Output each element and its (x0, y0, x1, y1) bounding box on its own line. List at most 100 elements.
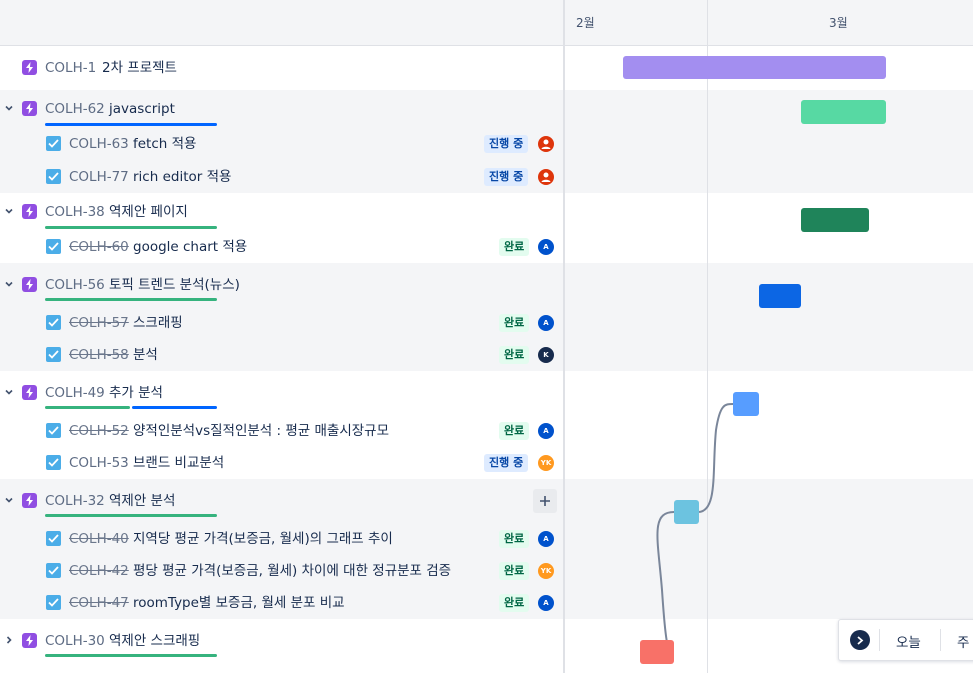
timeline-bar-colh-38[interactable] (801, 208, 869, 232)
task-row[interactable]: COLH-40 지역당 평균 가격(보증금, 월세)의 그래프 추이 완료 A (0, 523, 973, 555)
issue-key[interactable]: COLH-77 (69, 168, 129, 186)
issue-key[interactable]: COLH-32 (45, 492, 105, 510)
issue-summary[interactable]: 역제안 분석 (109, 492, 175, 510)
issue-key[interactable]: COLH-1 (45, 59, 96, 77)
epic-icon (22, 204, 37, 219)
panel-divider[interactable] (563, 0, 565, 673)
avatar[interactable]: YK (538, 563, 554, 579)
issue-summary[interactable]: javascript (109, 100, 175, 118)
issue-summary[interactable]: 브랜드 비교분석 (133, 454, 224, 472)
chevron-right-icon[interactable] (4, 635, 14, 645)
task-row[interactable]: COLH-47 roomType별 보증금, 월세 분포 비교 완료 A (0, 587, 973, 619)
status-badge[interactable]: 완료 (499, 422, 530, 440)
timeline-bar-colh-1[interactable] (623, 56, 886, 79)
task-row[interactable]: COLH-77 rich editor 적용 진행 중 (0, 160, 973, 193)
issue-key[interactable]: COLH-57 (69, 314, 129, 332)
issue-summary[interactable]: rich editor 적용 (133, 168, 231, 186)
status-badge[interactable]: 진행 중 (484, 167, 529, 186)
issue-key[interactable]: COLH-58 (69, 346, 129, 364)
issue-key[interactable]: COLH-56 (45, 276, 105, 294)
epic-icon (22, 632, 37, 648)
chevron-down-icon[interactable] (4, 495, 14, 505)
issue-key[interactable]: COLH-53 (69, 454, 129, 472)
issue-summary[interactable]: 평당 평균 가격(보증금, 월세) 차이에 대한 정규분포 검증 (133, 562, 451, 580)
issue-key[interactable]: COLH-63 (69, 135, 129, 153)
task-checkbox-icon (46, 136, 61, 151)
epic-icon (22, 101, 37, 116)
issue-summary[interactable]: 지역당 평균 가격(보증금, 월세)의 그래프 추이 (133, 530, 393, 548)
chevron-down-icon[interactable] (4, 279, 14, 289)
avatar[interactable]: A (538, 595, 554, 611)
epic-row[interactable]: COLH-32 역제안 분석 (0, 479, 973, 523)
task-row[interactable]: COLH-63 fetch 적용 진행 중 (0, 128, 973, 160)
add-child-issue-button[interactable] (533, 489, 557, 513)
task-row[interactable]: COLH-57 스크래핑 완료 A (0, 307, 973, 339)
status-badge[interactable]: 완료 (499, 238, 530, 256)
issue-summary[interactable]: roomType별 보증금, 월세 분포 비교 (133, 594, 345, 612)
today-button[interactable]: 오늘 (896, 631, 921, 651)
issue-key[interactable]: COLH-42 (69, 562, 129, 580)
issue-key[interactable]: COLH-40 (69, 530, 129, 548)
month-label-mar: 3월 (829, 16, 848, 30)
task-checkbox-icon (46, 563, 61, 578)
avatar[interactable]: A (538, 531, 554, 547)
epic-icon (22, 385, 37, 400)
weeks-button[interactable]: 주 (957, 631, 969, 651)
timeline-header: 2월 3월 (0, 0, 973, 46)
timeline-bar-colh-49[interactable] (733, 392, 759, 416)
epic-progress-bar (45, 123, 217, 126)
task-row[interactable]: COLH-42 평당 평균 가격(보증금, 월세) 차이에 대한 정규분포 검증… (0, 555, 973, 587)
epic-row[interactable]: COLH-56 토픽 트렌드 분석(뉴스) (0, 263, 973, 307)
task-checkbox-icon (46, 423, 61, 438)
avatar[interactable]: A (538, 315, 554, 331)
avatar[interactable]: A (538, 423, 554, 439)
status-badge[interactable]: 완료 (499, 594, 530, 612)
timeline-bar-colh-62[interactable] (801, 100, 886, 124)
issue-summary[interactable]: 스크래핑 (133, 314, 183, 332)
month-label-feb: 2월 (576, 16, 595, 30)
issue-summary[interactable]: fetch 적용 (133, 135, 196, 153)
status-badge[interactable]: 완료 (499, 314, 530, 332)
issue-key[interactable]: COLH-47 (69, 594, 129, 612)
issue-key[interactable]: COLH-38 (45, 203, 105, 221)
status-badge[interactable]: 완료 (499, 562, 530, 580)
issue-summary[interactable]: 역제안 스크래핑 (109, 632, 200, 650)
epic-row[interactable]: COLH-49 추가 분석 (0, 371, 973, 415)
issue-summary[interactable]: 2차 프로젝트 (102, 59, 177, 77)
issue-summary[interactable]: google chart 적용 (133, 238, 247, 256)
status-badge[interactable]: 진행 중 (484, 135, 529, 153)
timeline-bar-colh-32[interactable] (674, 500, 699, 524)
issue-summary[interactable]: 양적인분석vs질적인분석 : 평균 매출시장규모 (133, 422, 389, 440)
task-row[interactable]: COLH-58 분석 완료 K (0, 339, 973, 371)
chevron-right-icon[interactable] (850, 630, 870, 650)
issue-summary[interactable]: 분석 (133, 346, 158, 364)
issue-summary[interactable]: 역제안 페이지 (109, 203, 188, 221)
status-badge[interactable]: 완료 (499, 346, 530, 364)
status-badge[interactable]: 완료 (499, 530, 530, 548)
chevron-down-icon[interactable] (4, 387, 14, 397)
issue-summary[interactable]: 토픽 트렌드 분석(뉴스) (109, 276, 240, 294)
timeline-bar-colh-30[interactable] (640, 640, 674, 664)
issue-key[interactable]: COLH-52 (69, 422, 129, 440)
task-checkbox-icon (46, 315, 61, 330)
issue-key[interactable]: COLH-60 (69, 238, 129, 256)
chevron-down-icon[interactable] (4, 206, 14, 216)
issue-key[interactable]: COLH-30 (45, 632, 105, 650)
epic-row[interactable]: COLH-30 역제안 스크래핑 (0, 619, 973, 662)
issue-list: COLH-1 2차 프로젝트 COLH-62 javascript COLH-6… (0, 46, 973, 662)
timeline-bar-colh-56[interactable] (759, 284, 801, 308)
epic-progress-bar (45, 406, 217, 409)
avatar[interactable]: K (538, 347, 554, 363)
avatar[interactable] (538, 168, 554, 185)
avatar[interactable]: A (538, 239, 554, 255)
task-row[interactable]: COLH-53 브랜드 비교분석 진행 중 YK (0, 447, 973, 479)
issue-summary[interactable]: 추가 분석 (109, 384, 163, 402)
task-row[interactable]: COLH-52 양적인분석vs질적인분석 : 평균 매출시장규모 완료 A (0, 415, 973, 447)
avatar[interactable] (538, 136, 554, 152)
avatar[interactable]: YK (538, 455, 554, 471)
task-row[interactable]: COLH-60 google chart 적용 완료 A (0, 231, 973, 263)
issue-key[interactable]: COLH-62 (45, 100, 105, 118)
status-badge[interactable]: 진행 중 (484, 454, 529, 472)
issue-key[interactable]: COLH-49 (45, 384, 105, 402)
chevron-down-icon[interactable] (4, 103, 14, 113)
